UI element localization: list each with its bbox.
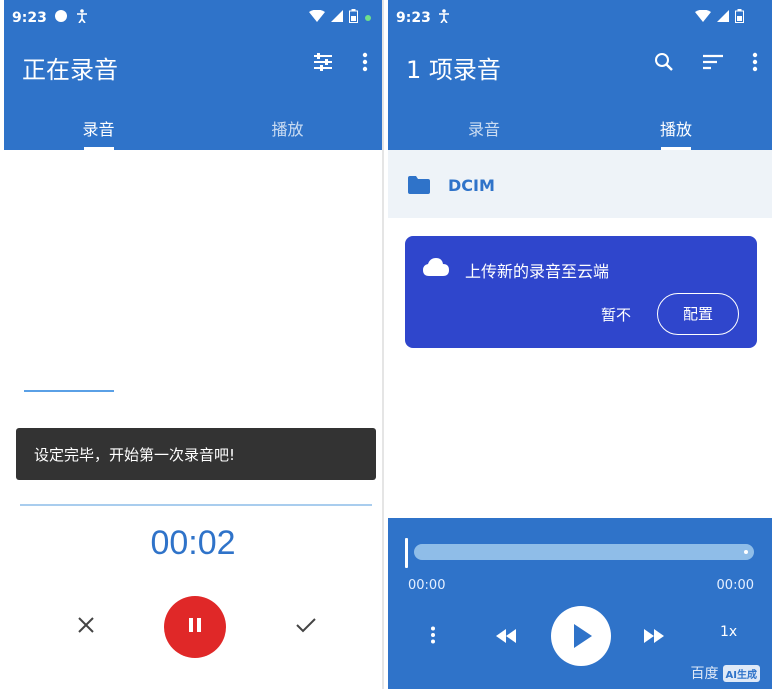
app-bar: 9:23 正在录音 录音 播放 [4,0,382,150]
divider [20,504,372,506]
page-title: 正在录音 [22,56,118,84]
charging-dot-icon [364,10,372,26]
wifi-icon [309,9,325,26]
sort-icon[interactable] [702,54,724,74]
rewind-icon[interactable] [496,628,516,647]
duration-time: 00:00 [716,578,754,593]
more-options-icon[interactable] [430,626,436,648]
seek-bar[interactable] [414,544,754,560]
fast-forward-icon[interactable] [644,628,664,647]
waveform-line [24,390,114,392]
accessibility-icon [438,9,450,27]
watermark-badge: AI生成 [722,664,760,682]
check-icon [295,616,317,638]
recording-timer: 00:02 [150,524,236,562]
tune-settings-icon[interactable] [312,52,334,76]
discard-button[interactable] [66,596,106,658]
page-title: 1 项录音 [406,56,501,84]
more-options-icon[interactable] [362,52,368,76]
screenshot-root: 9:23 正在录音 录音 播放 设定完毕，开始第一次录音吧! 00:02 9:2… [0,0,777,695]
player-controls: 00:00 00:00 1x 百度 AI生成 [388,518,772,689]
recording-screen: 9:23 正在录音 录音 播放 设定完毕，开始第一次录音吧! 00:02 [4,0,384,689]
tab-playback[interactable]: 播放 [580,106,772,150]
folder-item[interactable]: DCIM [388,150,772,218]
play-button[interactable] [551,606,611,666]
pause-icon [188,617,202,637]
playback-screen: 9:23 1 项录音 录音 播放 DCIM 上传新的录音至云端 暂不 配置 00… [388,0,772,689]
battery-icon [735,9,744,27]
seek-end-dot [744,550,748,554]
seek-cursor [405,538,408,568]
status-time: 9:23 [396,10,431,26]
tab-playback[interactable]: 播放 [193,106,382,150]
elapsed-time: 00:00 [408,578,446,593]
configure-button[interactable]: 配置 [657,293,739,335]
battery-icon [349,9,358,27]
tab-record[interactable]: 录音 [4,106,193,150]
tab-bar: 录音 播放 [388,106,772,150]
status-bar: 9:23 [4,0,382,36]
folder-icon [408,176,430,198]
not-now-button[interactable]: 暂不 [601,304,631,325]
tab-bar: 录音 播放 [4,106,382,150]
cloud-upload-card: 上传新的录音至云端 暂不 配置 [405,236,757,348]
close-icon [77,616,95,638]
tab-record[interactable]: 录音 [388,106,580,150]
notification-dot-icon [54,9,68,27]
signal-icon [331,10,343,26]
cloud-icon [423,258,449,280]
finish-button[interactable] [286,596,326,658]
app-bar: 9:23 1 项录音 录音 播放 [388,0,772,150]
folder-label: DCIM [448,176,495,195]
playback-speed[interactable]: 1x [720,624,737,640]
signal-icon [717,10,729,26]
accessibility-icon [76,9,88,27]
status-time: 9:23 [12,10,47,26]
upload-message: 上传新的录音至云端 [465,262,610,281]
more-options-icon[interactable] [752,52,758,76]
wifi-icon [695,9,711,26]
watermark: 百度 AI生成 [691,663,760,683]
play-icon [574,624,592,652]
pause-record-button[interactable] [164,596,226,658]
status-bar: 9:23 [388,0,772,36]
search-icon[interactable] [654,52,674,76]
toast-message: 设定完毕，开始第一次录音吧! [16,428,376,480]
watermark-text: 百度 [690,666,719,682]
